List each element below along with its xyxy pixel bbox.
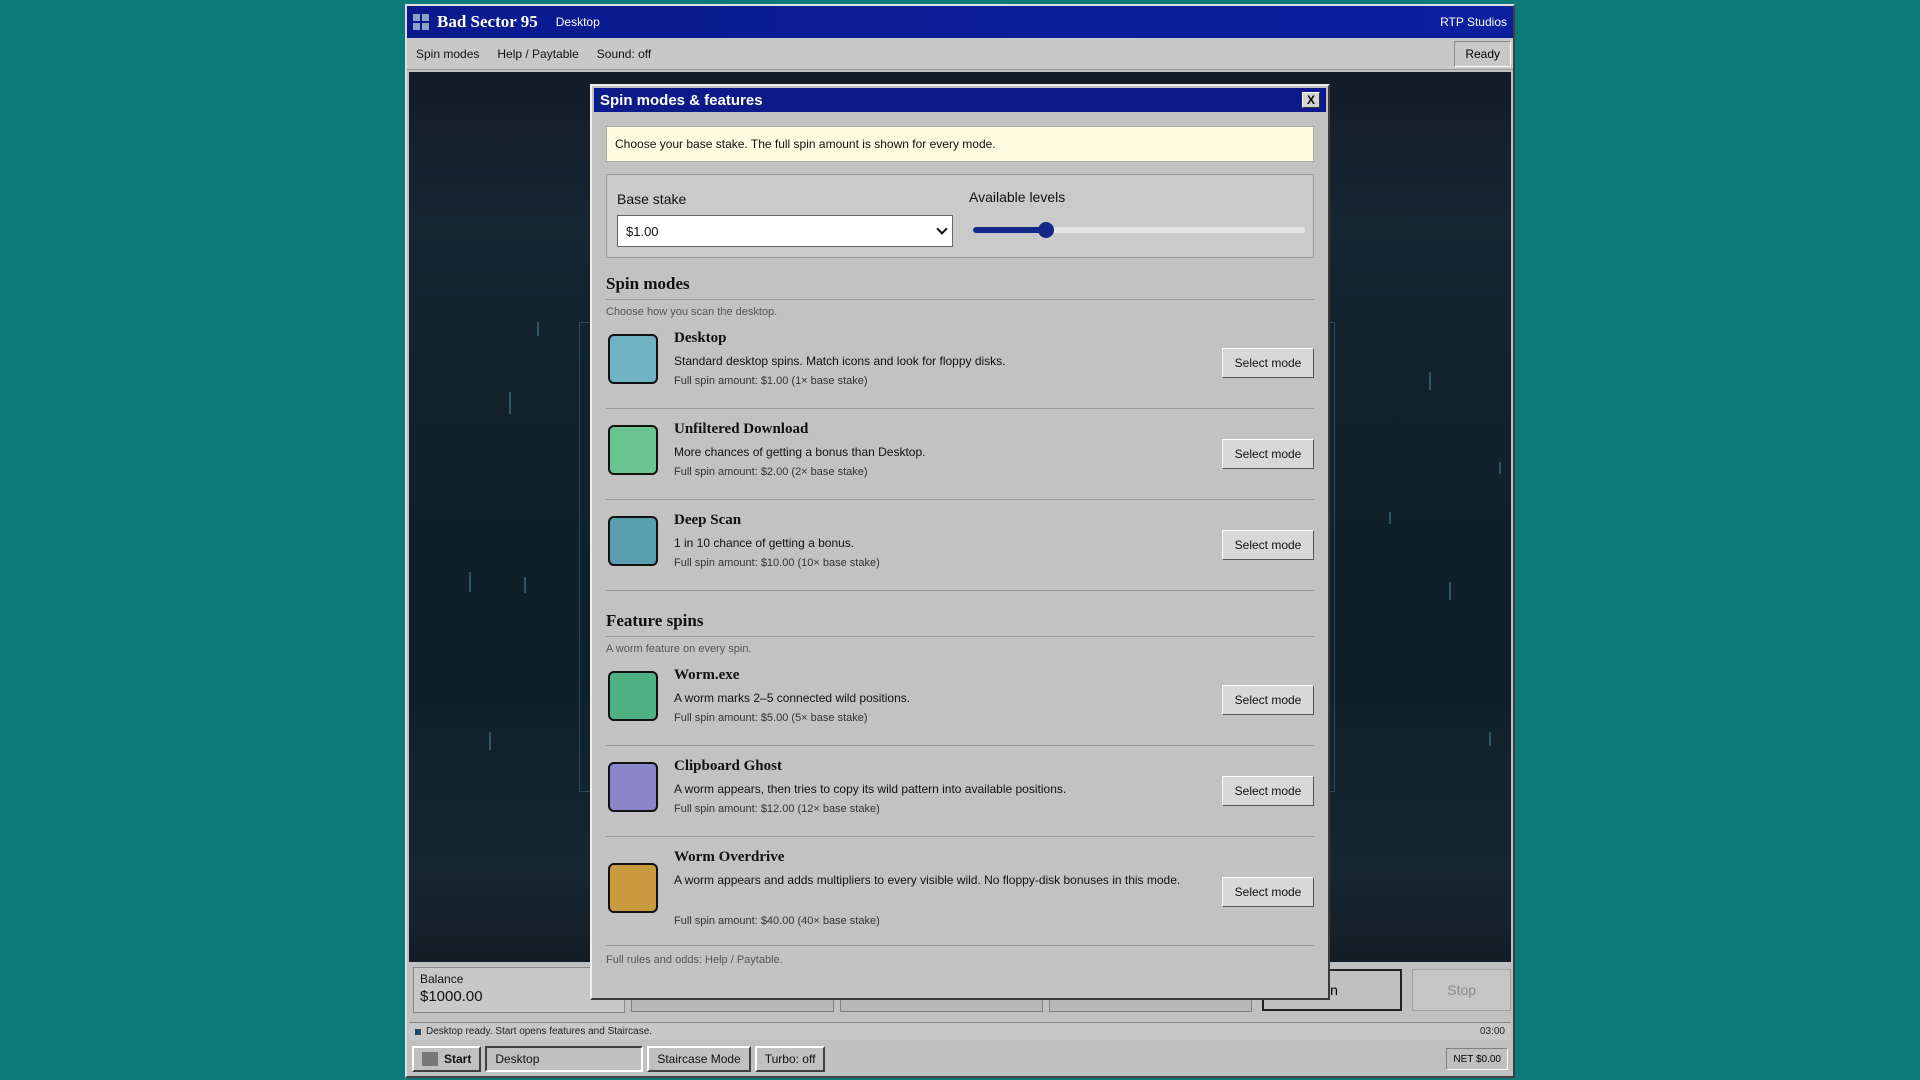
mode-amount: Full spin amount: $40.00 (40× base stake…	[674, 915, 880, 927]
rain-streak	[524, 577, 526, 593]
rain-streak	[1449, 582, 1451, 600]
app-title: Bad Sector 95	[437, 12, 538, 31]
mode-row: Worm Overdrive A worm appears and adds mu…	[606, 837, 1314, 946]
staircase-mode-button[interactable]: Staircase Mode	[647, 1046, 751, 1072]
status-dot-icon	[415, 1028, 421, 1035]
mode-row: Deep Scan 1 in 10 chance of getting a bon…	[606, 500, 1314, 591]
select-mode-button[interactable]: Select mode	[1222, 877, 1314, 907]
dialog-title: Spin modes & features	[600, 91, 763, 109]
mode-description: A worm marks 2–5 connected wild position…	[674, 691, 911, 705]
mode-row: Worm.exe A worm marks 2–5 connected wild …	[606, 655, 1314, 746]
mode-description: 1 in 10 chance of getting a bonus.	[674, 536, 855, 550]
spin-modes-dialog: Spin modes & features X Choose your base…	[590, 84, 1330, 1000]
title-bar: Bad Sector 95 Desktop RTP Studios	[407, 6, 1513, 38]
worm-icon	[608, 671, 658, 721]
mode-amount: Full spin amount: $1.00 (1× base stake)	[674, 375, 868, 387]
studio-name: RTP Studios	[1440, 15, 1507, 29]
base-stake-select[interactable]: $1.00	[617, 215, 953, 247]
spin-modes-heading: Spin modes	[606, 274, 1314, 300]
rain-streak	[489, 732, 491, 750]
rain-streak	[1429, 372, 1431, 390]
taskbar-desktop[interactable]: Desktop	[485, 1046, 644, 1072]
lightning-icon	[608, 863, 658, 913]
select-mode-button[interactable]: Select mode	[1222, 348, 1314, 378]
taskbar: Start Desktop Staircase Mode Turbo: off …	[409, 1044, 1511, 1074]
feature-spins-list: Worm.exe A worm marks 2–5 connected wild …	[606, 655, 1314, 946]
app-logo-icon	[413, 14, 429, 30]
status-bar: Desktop ready. Start opens features and …	[409, 1022, 1511, 1040]
mode-name: Worm Overdrive	[674, 849, 785, 865]
mode-amount: Full spin amount: $10.00 (10× base stake…	[674, 557, 880, 569]
slider-thumb[interactable]	[1038, 222, 1055, 238]
dialog-title-bar: Spin modes & features X	[594, 88, 1326, 112]
start-label: Start	[444, 1052, 472, 1066]
stop-button[interactable]: Stop	[1412, 969, 1511, 1011]
mode-amount: Full spin amount: $5.00 (5× base stake)	[674, 712, 868, 724]
menu-sound[interactable]: Sound: off	[588, 47, 661, 61]
status-text: Desktop ready. Start opens features and …	[426, 1026, 653, 1037]
close-button[interactable]: X	[1302, 92, 1320, 108]
rain-streak	[509, 392, 511, 414]
net-readout: NET $0.00	[1446, 1048, 1508, 1070]
slider-fill	[973, 227, 1047, 233]
menu-spin-modes[interactable]: Spin modes	[407, 47, 488, 61]
menu-help-paytable[interactable]: Help / Paytable	[488, 47, 587, 61]
clipboard-icon	[608, 762, 658, 812]
rain-streak	[1499, 462, 1501, 474]
mode-description: Standard desktop spins. Match icons and …	[674, 354, 1006, 368]
select-mode-button[interactable]: Select mode	[1222, 439, 1314, 469]
balance-label: Balance	[420, 972, 464, 986]
app-subtitle: Desktop	[555, 15, 600, 29]
mode-description: A worm appears, then tries to copy its w…	[674, 782, 1067, 796]
mode-row: Desktop Standard desktop spins. Match ico…	[606, 318, 1314, 409]
levels-slider[interactable]	[973, 222, 1305, 238]
mode-name: Desktop	[674, 330, 727, 346]
rain-streak	[469, 572, 471, 592]
rules-footer: Full rules and odds: Help / Paytable.	[606, 954, 783, 966]
turbo-button[interactable]: Turbo: off	[754, 1046, 826, 1072]
download-icon	[608, 425, 658, 475]
mode-name: Deep Scan	[674, 512, 742, 528]
balance-value: $1000.00	[420, 988, 483, 1005]
mode-name: Clipboard Ghost	[674, 758, 782, 774]
mode-name: Unfiltered Download	[674, 421, 809, 437]
select-mode-button[interactable]: Select mode	[1222, 685, 1314, 715]
mode-name: Worm.exe	[674, 667, 740, 683]
monitor-icon	[608, 334, 658, 384]
stake-panel: Base stake $1.00 Available levels	[606, 174, 1314, 258]
mode-amount: Full spin amount: $12.00 (12× base stake…	[674, 803, 880, 815]
base-stake-value: $1.00	[626, 223, 659, 239]
select-mode-button[interactable]: Select mode	[1222, 530, 1314, 560]
start-button[interactable]: Start	[412, 1046, 482, 1072]
mode-row: Unfiltered Download More chances of getti…	[606, 409, 1314, 500]
mode-description: More chances of getting a bonus than Des…	[674, 445, 926, 459]
available-levels-label: Available levels	[969, 189, 1066, 205]
select-mode-button[interactable]: Select mode	[1222, 776, 1314, 806]
menu-bar: Spin modes Help / Paytable Sound: off Re…	[407, 38, 1513, 70]
feature-spins-heading: Feature spins	[606, 611, 1314, 637]
rain-streak	[1389, 512, 1391, 524]
status-time: 03:00	[1479, 1026, 1505, 1037]
scan-icon	[608, 516, 658, 566]
rain-streak	[537, 322, 539, 336]
mode-row: Clipboard Ghost A worm appears, then trie…	[606, 746, 1314, 837]
rain-streak	[1489, 732, 1491, 746]
chevron-down-icon	[936, 223, 948, 235]
stake-notice: Choose your base stake. The full spin am…	[606, 126, 1314, 162]
spin-modes-list: Desktop Standard desktop spins. Match ico…	[606, 318, 1314, 591]
spin-modes-subtitle: Choose how you scan the desktop.	[606, 306, 778, 318]
mode-amount: Full spin amount: $2.00 (2× base stake)	[674, 466, 868, 478]
base-stake-label: Base stake	[617, 191, 687, 207]
mode-description: A worm appears and adds multipliers to e…	[674, 873, 1181, 887]
dialog-body: Choose your base stake. The full spin am…	[606, 126, 1314, 966]
feature-spins-subtitle: A worm feature on every spin.	[606, 643, 752, 655]
start-icon	[422, 1052, 438, 1066]
ready-status: Ready	[1454, 40, 1511, 67]
